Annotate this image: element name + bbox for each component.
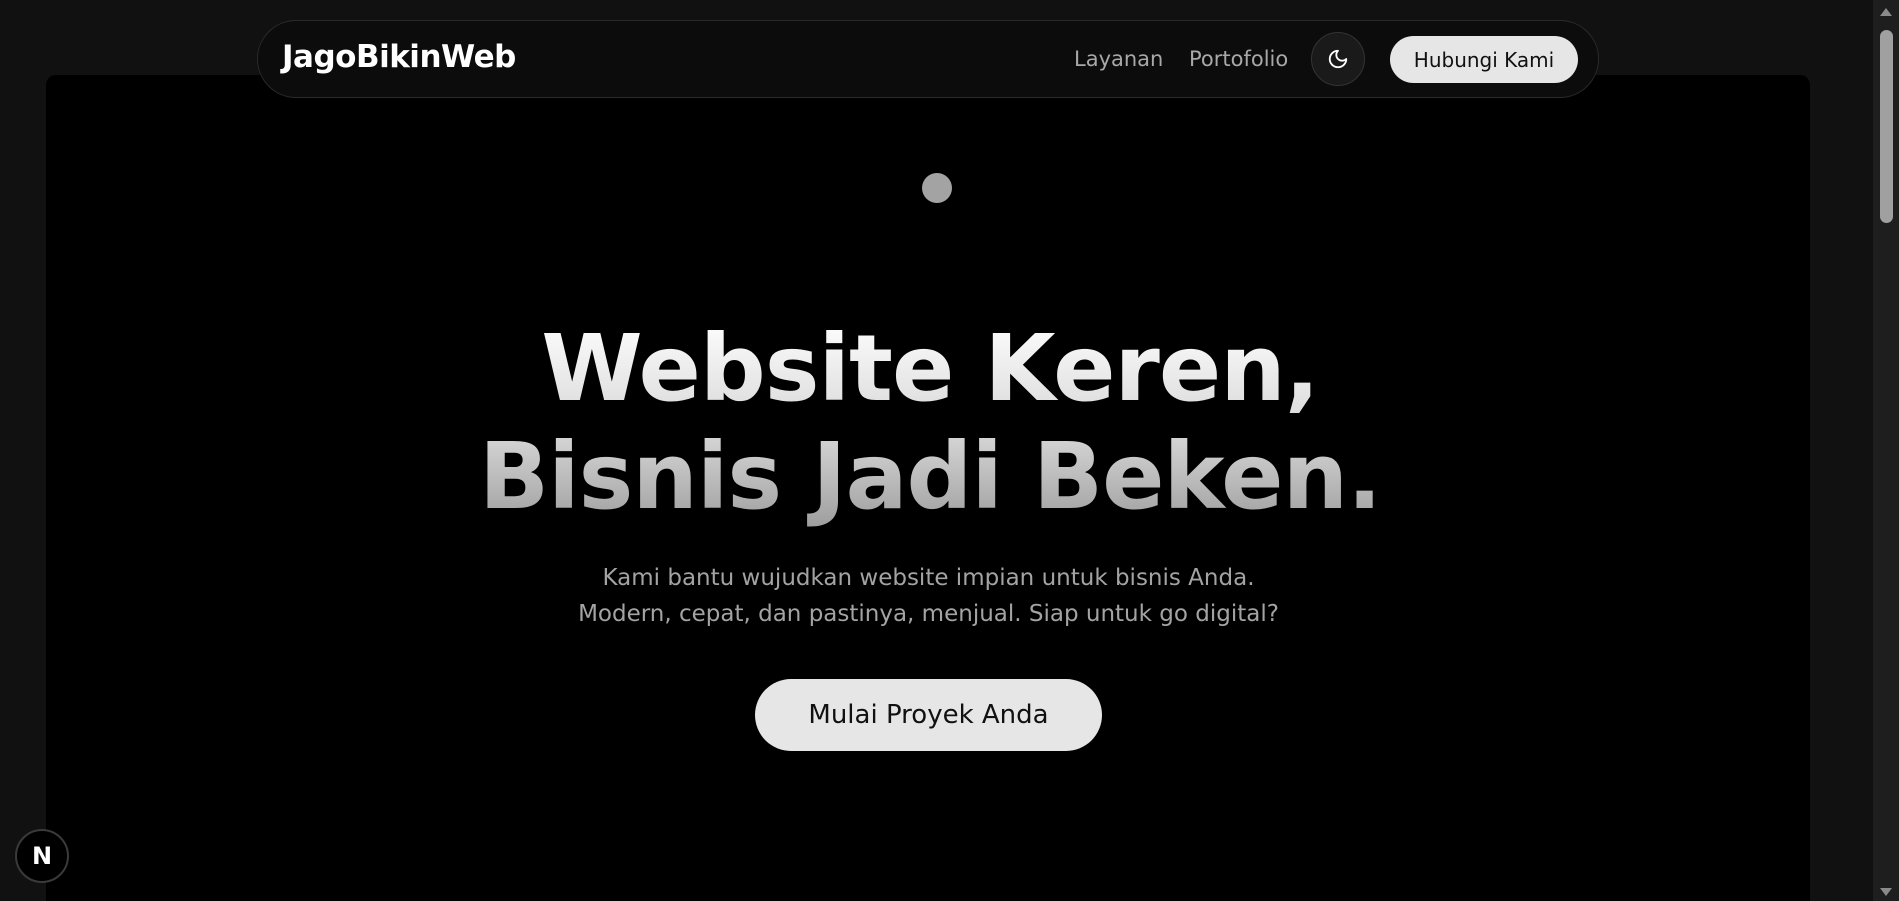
scroll-down-arrow-icon[interactable]: [1880, 888, 1892, 896]
scrollbar-thumb[interactable]: [1880, 30, 1893, 223]
decorative-dot: [922, 173, 952, 203]
page: JagoBikinWeb Layanan Portofolio Hubungi …: [0, 0, 1899, 901]
scroll-up-arrow-icon[interactable]: [1880, 8, 1892, 16]
start-project-button[interactable]: Mulai Proyek Anda: [755, 679, 1102, 751]
contact-button[interactable]: Hubungi Kami: [1390, 36, 1578, 83]
nav-link-layanan[interactable]: Layanan: [1074, 47, 1163, 71]
nav-link-portofolio[interactable]: Portofolio: [1189, 47, 1288, 71]
subtitle-line-1: Kami bantu wujudkan website impian untuk…: [602, 565, 1255, 591]
theme-toggle-button[interactable]: [1311, 32, 1365, 86]
nextjs-logo-icon[interactable]: N: [15, 829, 69, 883]
moon-icon: [1328, 49, 1348, 69]
brand-logo[interactable]: JagoBikinWeb: [282, 39, 516, 75]
hero-subtitle: Kami bantu wujudkan website impian untuk…: [0, 560, 1857, 632]
navbar: JagoBikinWeb Layanan Portofolio Hubungi …: [257, 20, 1599, 98]
subtitle-line-2: Modern, cepat, dan pastinya, menjual. Si…: [578, 601, 1279, 627]
badge-label: N: [31, 842, 53, 870]
vertical-scrollbar[interactable]: [1873, 0, 1899, 901]
headline-line-2: Bisnis Jadi Beken.: [478, 423, 1382, 530]
headline-line-1: Website Keren,: [541, 315, 1319, 422]
hero-headline: Website Keren, Bisnis Jadi Beken.: [0, 315, 1860, 531]
